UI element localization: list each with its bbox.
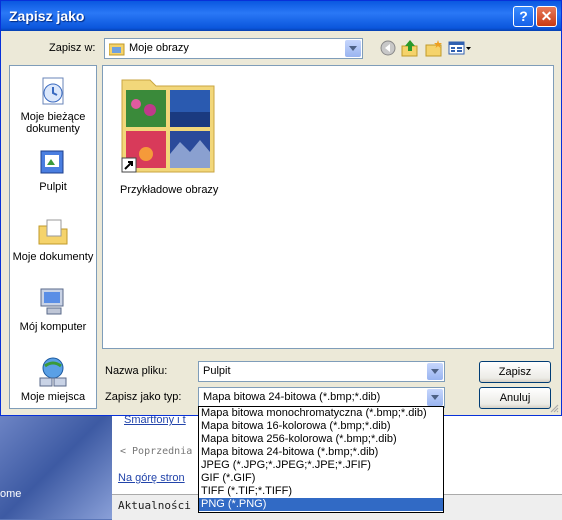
list-item[interactable]: Mapa bitowa 16-kolorowa (*.bmp;*.dib)	[199, 420, 443, 433]
filetype-combo[interactable]: Mapa bitowa 24-bitowa (*.bmp;*.dib)	[198, 387, 445, 408]
folder-thumbnail-icon	[121, 79, 215, 173]
save-in-combo[interactable]: Moje obrazy	[104, 38, 363, 59]
resize-grip-icon[interactable]	[549, 403, 559, 413]
place-my-documents[interactable]: Moje dokumenty	[10, 216, 96, 263]
filetype-label: Zapisz jako typ:	[105, 391, 182, 403]
filetype-dropdown-list: Mapa bitowa monochromatyczna (*.bmp;*.di…	[198, 406, 444, 513]
chevron-down-icon[interactable]	[345, 40, 361, 57]
dialog-title: Zapisz jako	[9, 8, 85, 24]
place-recent-documents[interactable]: Moje bieżące dokumenty	[10, 76, 96, 135]
chevron-down-icon[interactable]	[427, 363, 443, 380]
my-computer-icon	[40, 288, 64, 315]
background-sidebar: ome	[0, 410, 112, 519]
background-prev-link[interactable]: < Poprzednia	[120, 446, 192, 457]
place-my-computer[interactable]: Mój komputer	[10, 286, 96, 333]
list-item[interactable]: JPEG (*.JPG;*.JPEG;*.JPE;*.JFIF)	[199, 459, 443, 472]
place-desktop[interactable]: Pulpit	[10, 146, 96, 193]
place-label: Moje miejsca	[20, 391, 86, 403]
desktop-icon	[40, 150, 64, 174]
list-item[interactable]: Mapa bitowa monochromatyczna (*.bmp;*.di…	[199, 407, 443, 420]
list-item[interactable]: GIF (*.GIF)	[199, 472, 443, 485]
help-button[interactable]: ?	[513, 6, 534, 27]
list-item[interactable]: Przykładowe obrazy	[120, 74, 218, 196]
back-icon[interactable]	[379, 39, 397, 57]
title-bar[interactable]: Zapisz jako ? ✕	[1, 1, 561, 31]
pictures-folder-icon	[109, 43, 125, 56]
place-label: Mój komputer	[19, 321, 87, 333]
close-button[interactable]: ✕	[536, 6, 557, 27]
filetype-value: Mapa bitowa 24-bitowa (*.bmp;*.dib)	[203, 391, 381, 403]
place-label: Pulpit	[39, 181, 67, 193]
file-list[interactable]: Przykładowe obrazy	[102, 65, 554, 349]
filename-value: Pulpit	[203, 365, 231, 377]
place-label: Moje bieżące dokumenty	[20, 111, 86, 135]
list-item[interactable]: Mapa bitowa 256-kolorowa (*.bmp;*.dib)	[199, 433, 443, 446]
my-documents-icon	[38, 219, 68, 245]
list-item[interactable]: Mapa bitowa 24-bitowa (*.bmp;*.dib)	[199, 446, 443, 459]
chevron-down-icon[interactable]	[427, 389, 443, 406]
save-in-value: Moje obrazy	[129, 42, 189, 54]
places-bar: Moje bieżące dokumenty Pulpit Moje dokum…	[9, 65, 97, 409]
save-in-label: Zapisz w:	[49, 42, 96, 54]
folder-label: Przykładowe obrazy	[120, 184, 219, 196]
place-label: Moje dokumenty	[12, 251, 94, 263]
list-item-selected[interactable]: PNG (*.PNG)	[199, 498, 443, 511]
background-top-link[interactable]: Na górę stron	[118, 472, 185, 484]
views-menu-icon[interactable]	[448, 39, 472, 57]
background-footer-text[interactable]: Aktualności |	[118, 499, 204, 512]
save-as-dialog: Zapisz jako ? ✕ Zapisz w: Moje obrazy Mo…	[0, 0, 562, 416]
new-folder-icon[interactable]	[425, 39, 443, 57]
background-sidebar-text: ome	[0, 488, 22, 500]
cancel-button[interactable]: Anuluj	[479, 387, 551, 409]
list-item[interactable]: TIFF (*.TIF;*.TIFF)	[199, 485, 443, 498]
up-folder-icon[interactable]	[401, 39, 419, 57]
filename-label: Nazwa pliku:	[105, 365, 168, 377]
network-places-icon	[39, 357, 67, 387]
save-button[interactable]: Zapisz	[479, 361, 551, 383]
filename-field[interactable]: Pulpit	[198, 361, 445, 382]
place-my-network[interactable]: Moje miejsca	[10, 356, 96, 403]
recent-documents-icon	[42, 77, 64, 105]
